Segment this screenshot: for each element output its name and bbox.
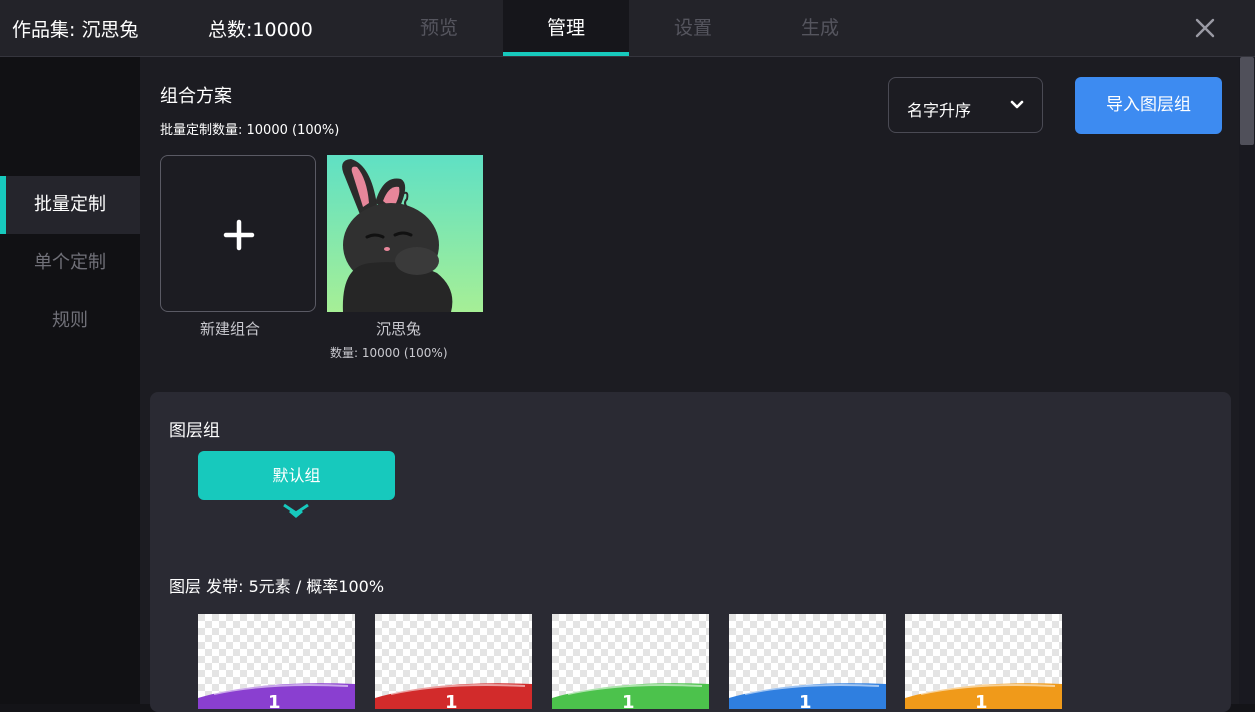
double-chevron-down-icon [283, 503, 309, 518]
sort-label: 名字升序 [907, 101, 972, 120]
ribbon-image: 1 [375, 683, 532, 709]
scheme-title: 组合方案 [160, 86, 232, 107]
layer-thumbnail[interactable]: 1 [552, 614, 709, 709]
ribbon-image: 1 [552, 683, 709, 709]
layer-thumbnail[interactable]: 1 [198, 614, 355, 709]
ribbon-image: 1 [198, 683, 355, 709]
layer-group-title: 图层组 [169, 421, 220, 441]
tab-settings[interactable]: 设置 [630, 0, 756, 56]
ribbon-number: 1 [799, 692, 812, 709]
tab-generate[interactable]: 生成 [757, 0, 883, 56]
layer-info: 图层 发带: 5元素 / 概率100% [169, 577, 385, 596]
sidebar-item-single[interactable]: 单个定制 [0, 234, 140, 292]
layer-thumbnail[interactable]: 1 [729, 614, 886, 709]
plus-icon [223, 219, 255, 251]
ribbon-number: 1 [622, 692, 635, 709]
scrollbar-thumb[interactable] [1240, 57, 1254, 145]
scheme-count: 批量定制数量: 10000 (100%) [160, 123, 340, 138]
scrollbar-track[interactable] [1239, 57, 1255, 704]
combination-count: 数量: 10000 (100%) [330, 346, 448, 360]
close-icon[interactable] [1190, 13, 1220, 43]
rabbit-image [327, 155, 483, 312]
combination-thumbnail[interactable] [327, 155, 483, 312]
layer-thumbnail[interactable]: 1 [905, 614, 1062, 709]
default-group-button[interactable]: 默认组 [198, 451, 395, 500]
new-combination-label: 新建组合 [200, 320, 261, 338]
collection-title: 作品集: 沉思兔 [12, 19, 139, 41]
sidebar-item-rules[interactable]: 规则 [0, 292, 140, 350]
sidebar-item-batch[interactable]: 批量定制 [0, 176, 140, 234]
ribbon-image: 1 [729, 683, 886, 709]
combination-name: 沉思兔 [376, 320, 422, 338]
ribbon-number: 1 [975, 692, 988, 709]
sort-select[interactable]: 名字升序 [888, 77, 1043, 133]
ribbon-number: 1 [445, 692, 458, 709]
new-combination-button[interactable] [160, 155, 316, 312]
ribbon-number: 1 [268, 692, 281, 709]
sidebar: 批量定制 单个定制 规则 [0, 57, 140, 704]
layer-thumbnail[interactable]: 1 [375, 614, 532, 709]
chevron-down-icon [1010, 100, 1024, 109]
ribbon-image: 1 [905, 683, 1062, 709]
import-layer-group-button[interactable]: 导入图层组 [1075, 77, 1222, 134]
total-count: 总数:10000 [208, 19, 313, 41]
top-bar: 作品集: 沉思兔 总数:10000 预览 管理 设置 生成 [0, 0, 1255, 57]
tab-preview[interactable]: 预览 [376, 0, 502, 56]
tab-manage[interactable]: 管理 [503, 0, 629, 56]
